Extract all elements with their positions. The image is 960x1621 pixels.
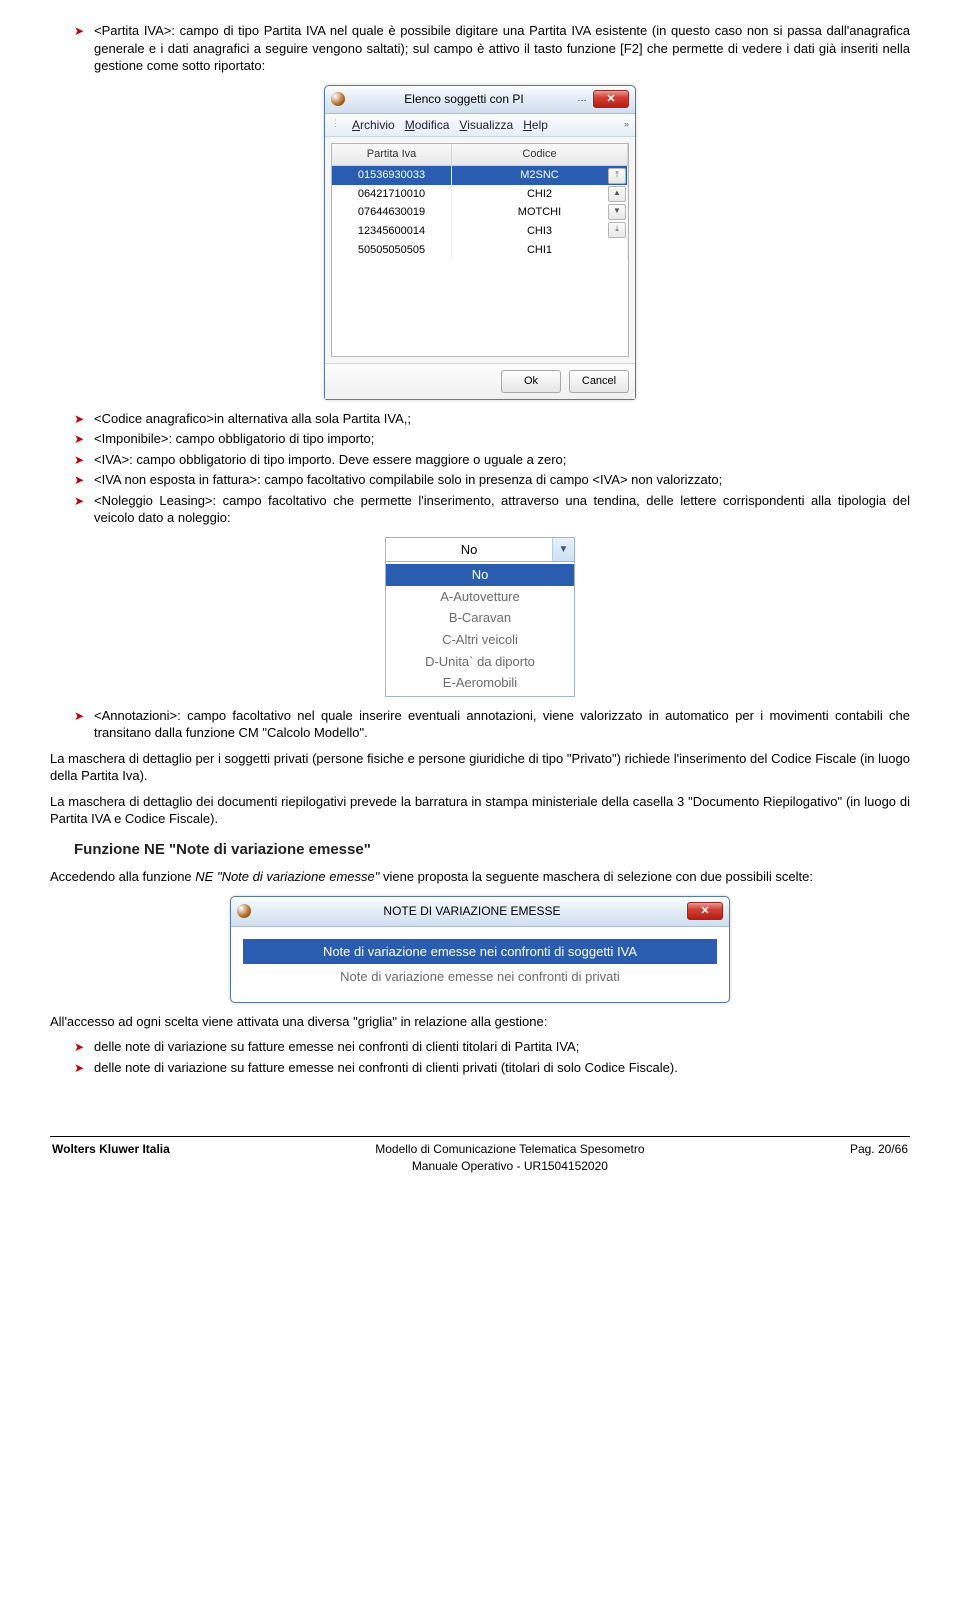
grid-soggetti: Partita Iva Codice 01536930033M2SNC 0642… [331, 143, 629, 357]
option-soggetti-iva[interactable]: Note di variazione emesse nei confronti … [243, 939, 717, 965]
scroll-up-icon[interactable]: ▲ [608, 186, 626, 202]
text-span: Accedendo alla funzione [50, 869, 195, 884]
title-ellipsis: … [577, 92, 587, 106]
window-note-variazione: NOTE DI VARIAZIONE EMESSE ✕ Note di vari… [230, 896, 730, 1003]
bullet-nv-privati: delle note di variazione su fatture emes… [74, 1059, 910, 1077]
dropdown-option[interactable]: No [386, 564, 574, 586]
bullet-imponibile: <Imponibile>: campo obbligatorio di tipo… [74, 430, 910, 448]
table-row[interactable]: 01536930033M2SNC [332, 166, 628, 185]
bullet-annotazioni: <Annotazioni>: campo facoltativo nel qua… [74, 707, 910, 742]
footer-center: Modello di Comunicazione Telematica Spes… [375, 1141, 644, 1173]
screenshot-note-variazione: NOTE DI VARIAZIONE EMESSE ✕ Note di vari… [50, 896, 910, 1003]
close-button[interactable]: ✕ [687, 902, 723, 920]
window2-body: Note di variazione emesse nei confronti … [231, 927, 729, 1002]
window-titlebar: Elenco soggetti con PI … ✕ [325, 86, 635, 114]
scroll-bottom-icon[interactable]: ⤓ [608, 222, 626, 238]
ok-button[interactable]: Ok [501, 370, 561, 393]
col-partita-iva[interactable]: Partita Iva [332, 144, 452, 165]
footer-right: Pag. 20/66 [850, 1141, 908, 1173]
menu-archivio[interactable]: Archivio [352, 117, 395, 133]
window-menubar: ⋮ Archivio Modifica Visualizza Help » [325, 114, 635, 137]
col-codice[interactable]: Codice [452, 144, 628, 165]
window-elenco-soggetti: Elenco soggetti con PI … ✕ ⋮ Archivio Mo… [324, 85, 636, 400]
dropdown-list: No A-Autovetture B-Caravan C-Altri veico… [386, 562, 574, 695]
bullet-list-campi: <Codice anagrafico>in alternativa alla s… [50, 410, 910, 527]
screenshot-dropdown-noleggio: No ▼ No A-Autovetture B-Caravan C-Altri … [50, 537, 910, 697]
bullet-iva-non-esposta: <IVA non esposta in fattura>: campo faco… [74, 471, 910, 489]
app-orb-icon [237, 904, 251, 918]
paragraph-maschera-privati: La maschera di dettaglio per i soggetti … [50, 750, 910, 785]
italic-span: NE "Note di variazione emesse" [195, 869, 379, 884]
dropdown-option[interactable]: E-Aeromobili [386, 672, 574, 694]
footer-left: Wolters Kluwer Italia [52, 1141, 170, 1173]
table-row[interactable]: 06421710010CHI2 [332, 185, 628, 204]
paragraph-maschera-riepilogativi: La maschera di dettaglio dei documenti r… [50, 793, 910, 828]
scroll-down-icon[interactable]: ▼ [608, 204, 626, 220]
close-button[interactable]: ✕ [593, 90, 629, 108]
bullet-list-note-variazione: delle note di variazione su fatture emes… [50, 1038, 910, 1076]
paragraph-accesso-scelta: All'accesso ad ogni scelta viene attivat… [50, 1013, 910, 1031]
dropdown-option[interactable]: A-Autovetture [386, 586, 574, 608]
scroll-top-icon[interactable]: ⤒ [608, 168, 626, 184]
chevron-down-icon[interactable]: ▼ [552, 538, 574, 562]
dropdown-noleggio[interactable]: No ▼ No A-Autovetture B-Caravan C-Altri … [385, 537, 575, 697]
option-privati[interactable]: Note di variazione emesse nei confronti … [243, 964, 717, 990]
dropdown-value: No [386, 538, 552, 562]
bullet-list-partita-iva: <Partita IVA>: campo di tipo Partita IVA… [50, 22, 910, 75]
window-body: Partita Iva Codice 01536930033M2SNC 0642… [325, 137, 635, 363]
bullet-codice-anagrafico: <Codice anagrafico>in alternativa alla s… [74, 410, 910, 428]
menu-modifica[interactable]: Modifica [405, 117, 450, 133]
screenshot-elenco-soggetti: Elenco soggetti con PI … ✕ ⋮ Archivio Mo… [50, 85, 910, 400]
menu-help[interactable]: Help [523, 117, 548, 133]
menu-visualizza[interactable]: Visualizza [459, 117, 513, 133]
cancel-button[interactable]: Cancel [569, 370, 629, 393]
window-buttonbar: Ok Cancel [325, 363, 635, 399]
paragraph-accedendo-funzione: Accedendo alla funzione NE "Note di vari… [50, 868, 910, 886]
section-heading-funzione-ne: Funzione NE "Note di variazione emesse" [74, 840, 910, 860]
bullet-partita-iva: <Partita IVA>: campo di tipo Partita IVA… [74, 22, 910, 75]
bullet-iva: <IVA>: campo obbligatorio di tipo import… [74, 451, 910, 469]
menu-grip-icon: ⋮ [331, 117, 340, 133]
window2-title-text: NOTE DI VARIAZIONE EMESSE [257, 903, 687, 919]
bullet-nv-piva: delle note di variazione su fatture emes… [74, 1038, 910, 1056]
dropdown-selected[interactable]: No ▼ [386, 538, 574, 563]
table-row[interactable]: 12345600014CHI3 [332, 222, 628, 241]
chevron-down-icon[interactable]: » [624, 118, 629, 130]
dropdown-option[interactable]: D-Unita` da diporto [386, 651, 574, 673]
dropdown-option[interactable]: B-Caravan [386, 607, 574, 629]
grid-header: Partita Iva Codice [332, 144, 628, 166]
table-row[interactable]: 07644630019MOTCHI [332, 203, 628, 222]
dropdown-option[interactable]: C-Altri veicoli [386, 629, 574, 651]
text-span: viene proposta la seguente maschera di s… [379, 869, 813, 884]
bullet-noleggio-leasing: <Noleggio Leasing>: campo facoltativo ch… [74, 492, 910, 527]
page-footer: Wolters Kluwer Italia Modello di Comunic… [50, 1137, 910, 1173]
window-title-text: Elenco soggetti con PI [351, 91, 577, 107]
window2-titlebar: NOTE DI VARIAZIONE EMESSE ✕ [231, 897, 729, 927]
grid-scroll-buttons: ⤒ ▲ ▼ ⤓ [608, 168, 626, 238]
bullet-list-annotazioni: <Annotazioni>: campo facoltativo nel qua… [50, 707, 910, 742]
grid-rows: 01536930033M2SNC 06421710010CHI2 0764463… [332, 166, 628, 356]
table-row[interactable]: 50505050505CHI1 [332, 241, 628, 260]
app-orb-icon [331, 92, 345, 106]
